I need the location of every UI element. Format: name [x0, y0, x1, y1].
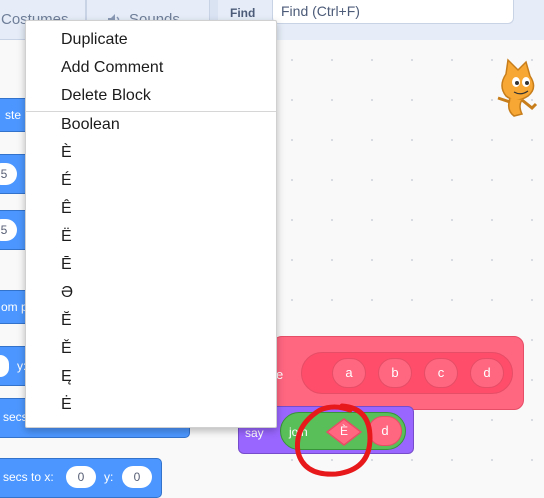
palette-block-text: secs to x: — [3, 470, 54, 484]
menu-item-suggestion[interactable]: Ė — [61, 396, 72, 414]
menu-item-suggestion[interactable]: Ĕ — [61, 312, 72, 330]
x-input[interactable]: 0 — [66, 466, 96, 488]
palette-block-text: secs — [3, 410, 28, 424]
argument-d[interactable]: d — [470, 358, 504, 388]
menu-item-suggestion[interactable]: Ě — [61, 340, 72, 358]
say-label: say — [245, 426, 264, 440]
argument-a[interactable]: a — [332, 358, 366, 388]
menu-item-delete-block[interactable]: Delete Block — [61, 87, 151, 105]
menu-item-suggestion[interactable]: È — [61, 144, 72, 162]
menu-item-duplicate[interactable]: Duplicate — [61, 31, 128, 49]
find-label: Find — [230, 6, 256, 20]
y-input[interactable]: 0 — [122, 466, 152, 488]
degrees-input[interactable]: 5 — [0, 163, 17, 185]
find-input[interactable]: Find (Ctrl+F) — [272, 0, 514, 24]
cat-sprite-icon — [497, 58, 538, 117]
menu-item-boolean[interactable]: Boolean — [61, 116, 120, 134]
context-menu: Duplicate Add Comment Delete Block Boole… — [25, 20, 277, 428]
custom-block-label: e — [276, 367, 284, 382]
degrees-input[interactable]: 5 — [0, 219, 17, 241]
palette-block-text: ste — [5, 108, 22, 122]
menu-item-suggestion[interactable]: Ê — [61, 200, 72, 218]
menu-item-suggestion[interactable]: É — [61, 172, 72, 190]
menu-separator — [26, 111, 276, 112]
y-label: y: — [104, 470, 114, 484]
annotation-circle — [294, 403, 373, 477]
argument-b[interactable]: b — [378, 358, 412, 388]
argument-c[interactable]: c — [424, 358, 458, 388]
menu-item-add-comment[interactable]: Add Comment — [61, 59, 163, 77]
x-input[interactable] — [0, 355, 9, 377]
menu-item-suggestion[interactable]: Ē — [61, 256, 72, 274]
palette-block-text: om p — [1, 300, 28, 314]
menu-item-suggestion[interactable]: Ə — [61, 284, 73, 302]
menu-item-suggestion[interactable]: Ë — [61, 228, 72, 246]
menu-item-suggestion[interactable]: Ę — [61, 368, 72, 386]
